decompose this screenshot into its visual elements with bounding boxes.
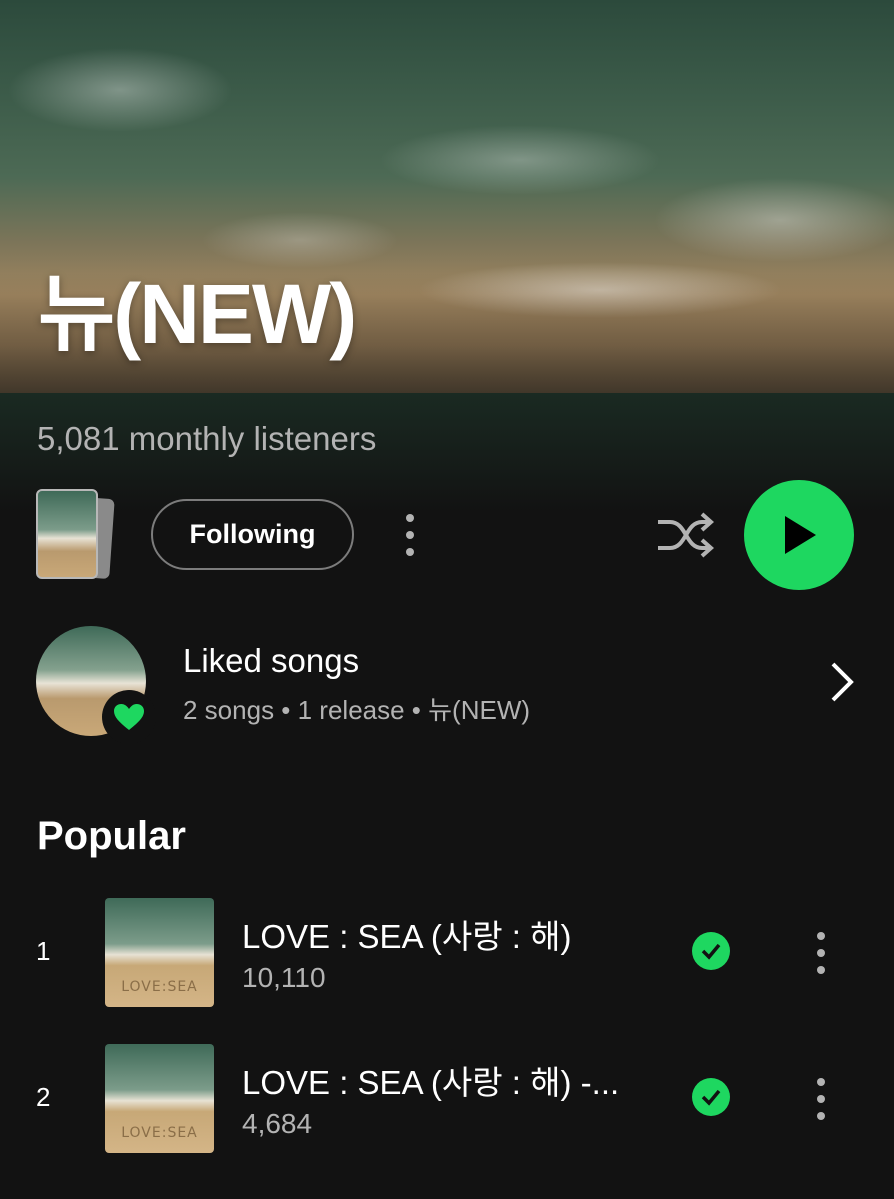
cover-lettering: LOVE:SEA [121, 979, 198, 995]
check-circle-icon [692, 932, 730, 970]
track-title: LOVE : SEA (사랑 : 해) [242, 918, 572, 955]
chevron-right-icon[interactable] [826, 660, 856, 704]
artist-name: 뉴(NEW) [38, 267, 357, 361]
artist-preview-thumbnail[interactable] [36, 489, 116, 581]
thumbnail-front-card [36, 489, 98, 579]
track-rank: 2 [36, 1082, 51, 1112]
track-more-options-icon[interactable] [816, 932, 826, 974]
play-icon [785, 516, 816, 554]
track-row[interactable]: 2 LOVE:SEA LOVE : SEA (사랑 : 해) -... 4,68… [0, 1044, 894, 1154]
popular-heading: Popular [37, 814, 186, 858]
liked-songs-title[interactable]: Liked songs [183, 642, 359, 680]
track-title: LOVE : SEA (사랑 : 해) -... [242, 1064, 620, 1101]
liked-songs-subtitle: 2 songs • 1 release • 뉴(NEW) [183, 695, 531, 725]
following-button[interactable]: Following [151, 499, 354, 570]
more-options-icon[interactable] [405, 514, 415, 556]
play-button[interactable] [744, 480, 854, 590]
track-rank: 1 [36, 936, 51, 966]
track-cover: LOVE:SEA [105, 898, 214, 1007]
track-more-options-icon[interactable] [816, 1078, 826, 1120]
track-play-count: 10,110 [242, 962, 326, 993]
track-cover: LOVE:SEA [105, 1044, 214, 1153]
track-row[interactable]: 1 LOVE:SEA LOVE : SEA (사랑 : 해) 10,110 [0, 898, 894, 1008]
track-play-count: 4,684 [242, 1108, 313, 1139]
heart-icon [102, 690, 156, 744]
monthly-listeners: 5,081 monthly listeners [37, 420, 377, 457]
check-circle-icon [692, 1078, 730, 1116]
cover-lettering: LOVE:SEA [121, 1125, 198, 1141]
shuffle-icon[interactable] [656, 510, 714, 560]
